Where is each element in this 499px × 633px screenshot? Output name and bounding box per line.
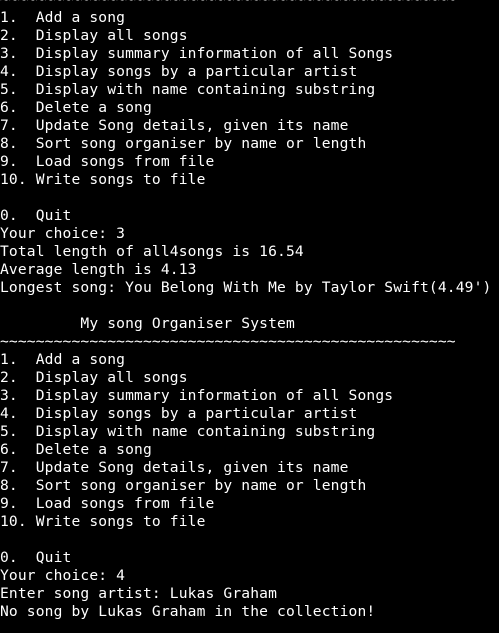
- menu-item-quit: 0. Quit: [0, 207, 72, 224]
- output-no-song: No song by Lukas Graham in the collectio…: [0, 603, 376, 620]
- menu-item-summary: 3. Display summary information of all So…: [0, 45, 394, 62]
- menu-item-write: 10. Write songs to file: [0, 513, 206, 530]
- menu-item-sort: 8. Sort song organiser by name or length: [0, 135, 367, 152]
- output-total-length: Total length of all4songs is 16.54: [0, 243, 304, 260]
- menu-separator: ~~~~~~~~~~~~~~~~~~~~~~~~~~~~~~~~~~~~~~~~…: [0, 0, 499, 9]
- menu-item-display-all: 2. Display all songs: [0, 27, 188, 44]
- choice-line: Your choice: 3: [0, 225, 126, 242]
- menu-item-delete: 6. Delete a song: [0, 99, 152, 116]
- menu-item-quit: 0. Quit: [0, 549, 72, 566]
- menu-item-substring: 5. Display with name containing substrin…: [0, 423, 376, 440]
- artist-prompt: Enter song artist: Lukas Graham: [0, 585, 278, 602]
- output-longest-song: Longest song: You Belong With Me by Tayl…: [0, 279, 492, 296]
- menu-item-summary: 3. Display summary information of all So…: [0, 387, 394, 404]
- terminal-window[interactable]: ~~~~~~~~~~~~~~~~~~~~~~~~~~~~~~~~~~~~~~~~…: [0, 0, 499, 621]
- menu-item-by-artist: 4. Display songs by a particular artist: [0, 405, 358, 422]
- choice-line: Your choice: 4: [0, 567, 126, 584]
- menu-item-display-all: 2. Display all songs: [0, 369, 188, 386]
- menu-item-by-artist: 4. Display songs by a particular artist: [0, 63, 358, 80]
- menu-item-write: 10. Write songs to file: [0, 171, 206, 188]
- menu-title: My song Organiser System: [0, 315, 295, 332]
- menu-item-substring: 5. Display with name containing substrin…: [0, 81, 376, 98]
- menu-item-sort: 8. Sort song organiser by name or length: [0, 477, 367, 494]
- menu-item-update: 7. Update Song details, given its name: [0, 459, 349, 476]
- menu-item-add-song: 1. Add a song: [0, 9, 126, 26]
- menu-item-update: 7. Update Song details, given its name: [0, 117, 349, 134]
- menu-item-delete: 6. Delete a song: [0, 441, 152, 458]
- output-average-length: Average length is 4.13: [0, 261, 197, 278]
- menu-item-load: 9. Load songs from file: [0, 153, 215, 170]
- menu-item-load: 9. Load songs from file: [0, 495, 215, 512]
- menu-item-add-song: 1. Add a song: [0, 351, 126, 368]
- menu-separator: ~~~~~~~~~~~~~~~~~~~~~~~~~~~~~~~~~~~~~~~~…: [0, 333, 456, 350]
